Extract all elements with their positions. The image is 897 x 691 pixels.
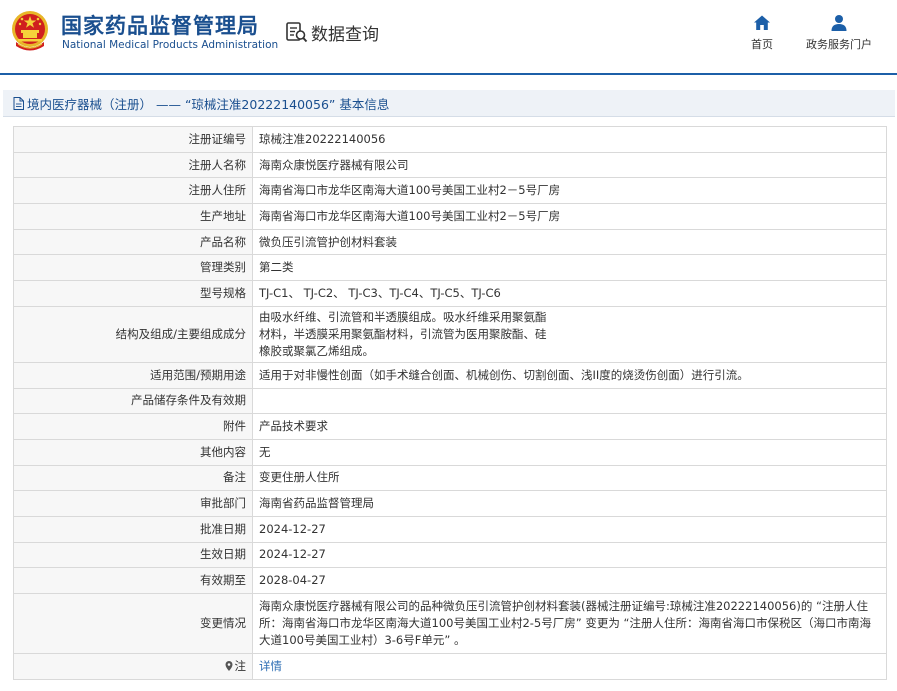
field-value: 2024-12-27	[252, 515, 887, 543]
field-label: 注	[13, 653, 253, 680]
nav-service-portal-label: 政务服务门户	[806, 38, 872, 51]
field-label: 型号规格	[13, 280, 253, 307]
field-value: 变更住册人住所	[252, 464, 887, 492]
nav-service-portal-link[interactable]: 政务服务门户	[806, 14, 872, 52]
field-label: 产品名称	[13, 228, 253, 256]
field-value: 适用于对非慢性创面（如手术缝合创面、机械创伤、切割创面、浅II度的烧烫伤创面）进…	[252, 361, 887, 389]
field-value: 第二类	[252, 254, 887, 282]
field-value: 无	[252, 438, 887, 466]
table-row: 产品名称 微负压引流管护创材料套装	[13, 228, 887, 256]
table-row: 生效日期 2024-12-27	[13, 541, 887, 569]
note-label: 注	[234, 658, 247, 673]
details-link[interactable]: 详情	[259, 659, 282, 673]
user-icon	[831, 15, 847, 31]
field-value: 2024-12-27	[252, 541, 887, 569]
nav-home-link[interactable]: 首页	[751, 14, 773, 52]
page-kicker: 数据查询	[285, 19, 379, 45]
table-row: 批准日期 2024-12-27	[13, 515, 887, 543]
table-row: 注册证编号 琼械注准20222140056	[13, 126, 887, 153]
field-label: 审批部门	[13, 490, 253, 517]
document-icon	[13, 96, 24, 110]
field-label: 注册人住所	[13, 177, 253, 205]
field-label: 批准日期	[13, 515, 253, 543]
field-label: 注册人名称	[13, 151, 253, 179]
table-row: 注册人住所 海南省海口市龙华区南海大道100号美国工业村2－5号厂房	[13, 177, 887, 205]
field-value: 海南省海口市龙华区南海大道100号美国工业村2－5号厂房	[252, 203, 887, 230]
field-label: 产品储存条件及有效期	[13, 387, 253, 415]
record-title-bar: 境内医疗器械（注册） —— “琼械注准20222140056” 基本信息	[3, 90, 895, 117]
table-row: 其他内容无	[13, 438, 887, 466]
field-label: 适用范围/预期用途	[13, 361, 253, 389]
field-label: 注册证编号	[13, 126, 253, 153]
field-label: 备注	[13, 464, 253, 492]
field-label: 变更情况	[13, 593, 253, 654]
field-value: 琼械注准20222140056	[252, 126, 887, 153]
table-row: 注册人名称 海南众康悦医疗器械有限公司	[13, 151, 887, 179]
table-row: 注 详情	[13, 653, 887, 680]
field-value	[252, 387, 887, 415]
national-emblem-icon	[12, 11, 48, 51]
field-value: 海南省海口市龙华区南海大道100号美国工业村2－5号厂房	[252, 177, 887, 205]
table-row: 结构及组成/主要组成成分 由吸水纤维、引流管和半透膜组成。吸水纤维采用聚氨酯 材料…	[13, 305, 887, 363]
table-row: 管理类别 第二类	[13, 254, 887, 282]
field-label: 附件	[13, 413, 253, 440]
registration-info-table: 注册证编号 琼械注准20222140056 注册人名称 海南众康悦医疗器械有限公司 …	[13, 126, 887, 680]
table-row: 型号规格 TJ-C1、 TJ-C2、 TJ-C3、TJ-C4、TJ-C5、TJ-C…	[13, 280, 887, 307]
data-query-icon	[286, 22, 308, 43]
table-row: 产品储存条件及有效期	[13, 387, 887, 415]
table-row: 生产地址 海南省海口市龙华区南海大道100号美国工业村2－5号厂房	[13, 203, 887, 230]
field-value: 由吸水纤维、引流管和半透膜组成。吸水纤维采用聚氨酯 材料，半透膜采用聚氨酯材料，…	[252, 305, 887, 363]
field-value: 2028-04-27	[252, 567, 887, 594]
table-row: 备注 变更住册人住所	[13, 464, 887, 492]
field-value: 微负压引流管护创材料套装	[252, 228, 887, 256]
field-label: 生效日期	[13, 541, 253, 569]
field-value: 海南众康悦医疗器械有限公司的品种微负压引流管护创材料套装(器械注册证编号:琼械注…	[252, 593, 887, 654]
nav-home-label: 首页	[751, 38, 773, 51]
field-value: 详情	[252, 653, 887, 680]
page-kicker-label: 数据查询	[311, 24, 379, 45]
table-row: 审批部门 海南省药品监督管理局	[13, 490, 887, 517]
site-header: 国家药品监督管理局 National Medical Products Admi…	[0, 0, 897, 75]
table-row: 附件 产品技术要求	[13, 413, 887, 440]
field-label: 其他内容	[13, 438, 253, 466]
field-label: 有效期至	[13, 567, 253, 594]
pin-icon	[225, 660, 232, 671]
field-value: 产品技术要求	[252, 413, 887, 440]
field-label: 管理类别	[13, 254, 253, 282]
agency-name-cn: 国家药品监督管理局	[61, 14, 259, 38]
table-row: 适用范围/预期用途 适用于对非慢性创面（如手术缝合创面、机械创伤、切割创面、浅II…	[13, 361, 887, 389]
home-icon	[754, 15, 770, 30]
agency-name-en: National Medical Products Administration	[62, 39, 279, 51]
field-value: 海南省药品监督管理局	[252, 490, 887, 517]
field-value: TJ-C1、 TJ-C2、 TJ-C3、TJ-C4、TJ-C5、TJ-C6	[252, 280, 887, 307]
field-label: 生产地址	[13, 203, 253, 230]
field-value: 海南众康悦医疗器械有限公司	[252, 151, 887, 179]
field-label: 结构及组成/主要组成成分	[13, 305, 253, 363]
record-title: 境内医疗器械（注册） —— “琼械注准20222140056” 基本信息	[27, 96, 390, 112]
table-row: 有效期至 2028-04-27	[13, 567, 887, 594]
table-row: 变更情况 海南众康悦医疗器械有限公司的品种微负压引流管护创材料套装(器械注册证编号…	[13, 593, 887, 654]
